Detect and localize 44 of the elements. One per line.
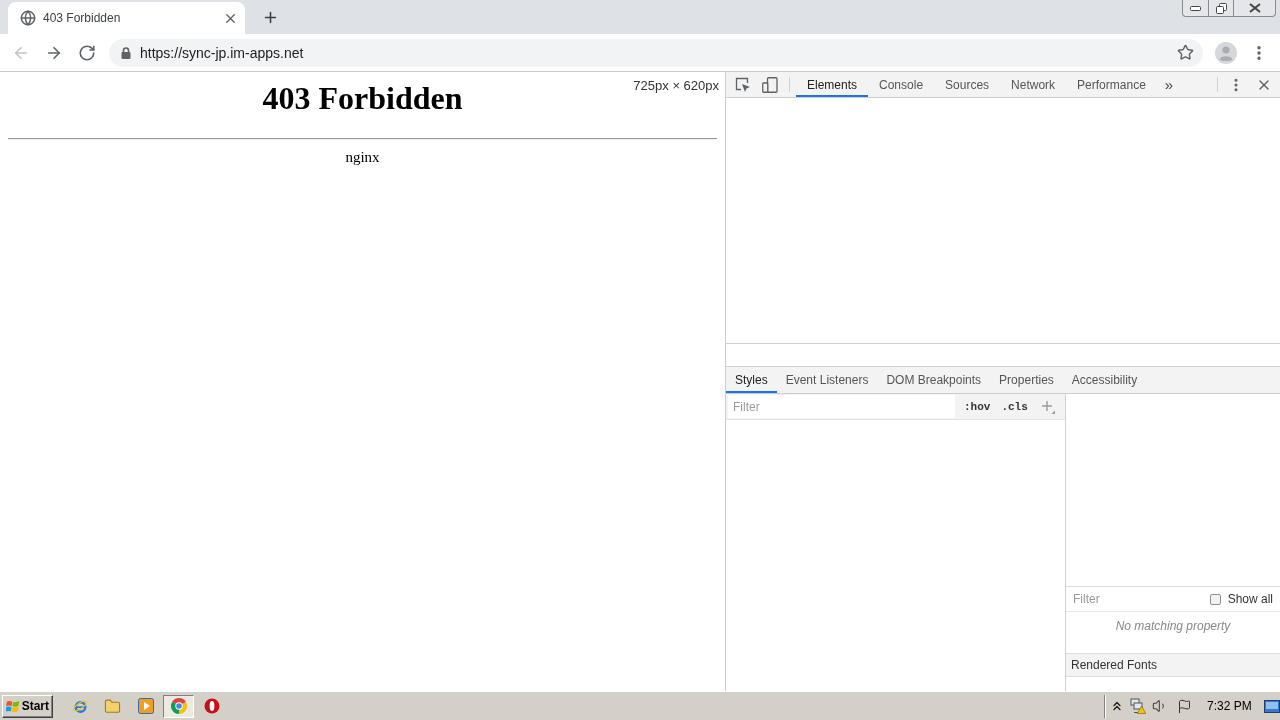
folder-icon xyxy=(104,697,121,715)
devtools-tab[interactable]: Sources xyxy=(934,72,1001,97)
show-all-label: Show all xyxy=(1227,592,1273,606)
network-warning-icon[interactable] xyxy=(1130,698,1146,714)
browser-tab[interactable]: 403 Forbidden xyxy=(8,2,245,34)
close-icon xyxy=(1248,3,1261,13)
page-heading: 403 Forbidden xyxy=(262,80,463,117)
flag-logo-icon xyxy=(6,698,20,714)
sidebar-tab[interactable]: Event Listeners xyxy=(776,367,878,393)
more-tabs-button[interactable]: » xyxy=(1158,72,1180,97)
globe-icon xyxy=(20,10,36,26)
sidebar-tab[interactable]: Accessibility xyxy=(1062,367,1147,393)
sidebar-tab[interactable]: DOM Breakpoints xyxy=(877,367,991,393)
minimize-icon xyxy=(1190,5,1201,11)
tab-title: 403 Forbidden xyxy=(43,11,122,25)
checkbox[interactable] xyxy=(1209,593,1221,605)
devtools-tab[interactable]: Network xyxy=(1000,72,1067,97)
server-name: nginx xyxy=(345,149,380,166)
restore-icon xyxy=(1215,2,1227,14)
address-bar[interactable]: https://sync-jp.im-apps.net xyxy=(109,38,1203,67)
lock-icon xyxy=(121,46,131,59)
taskbar-button[interactable] xyxy=(163,694,194,718)
globe-ring-icon xyxy=(71,698,88,714)
flag-icon[interactable] xyxy=(1177,698,1192,714)
clock-text[interactable]: 7:32 PM xyxy=(1207,699,1252,713)
ring-icon xyxy=(203,698,220,714)
start-button[interactable]: Start xyxy=(2,694,53,718)
star-icon[interactable] xyxy=(1177,44,1194,61)
devices-icon[interactable] xyxy=(762,76,778,93)
browser-icon xyxy=(170,698,187,714)
empty-message: No matching property xyxy=(1115,619,1231,633)
chevron-up-icon[interactable] xyxy=(1110,699,1124,713)
devtools-tab[interactable]: Console xyxy=(868,72,935,97)
reload-icon[interactable] xyxy=(78,43,96,62)
play-icon xyxy=(137,698,154,714)
pointer-square-icon[interactable] xyxy=(735,76,751,93)
cls-button[interactable]: .cls xyxy=(1001,400,1028,413)
filter-field[interactable]: Filter xyxy=(728,395,955,418)
sidebar-tab[interactable]: Properties xyxy=(990,367,1063,393)
section-header[interactable]: Rendered Fonts xyxy=(1066,653,1280,677)
devtools-tab[interactable]: Performance xyxy=(1066,72,1157,97)
hov-button[interactable]: :hov xyxy=(964,400,991,413)
desktop-icon[interactable] xyxy=(1263,699,1280,713)
url-text: https://sync-jp.im-apps.net xyxy=(140,44,305,61)
